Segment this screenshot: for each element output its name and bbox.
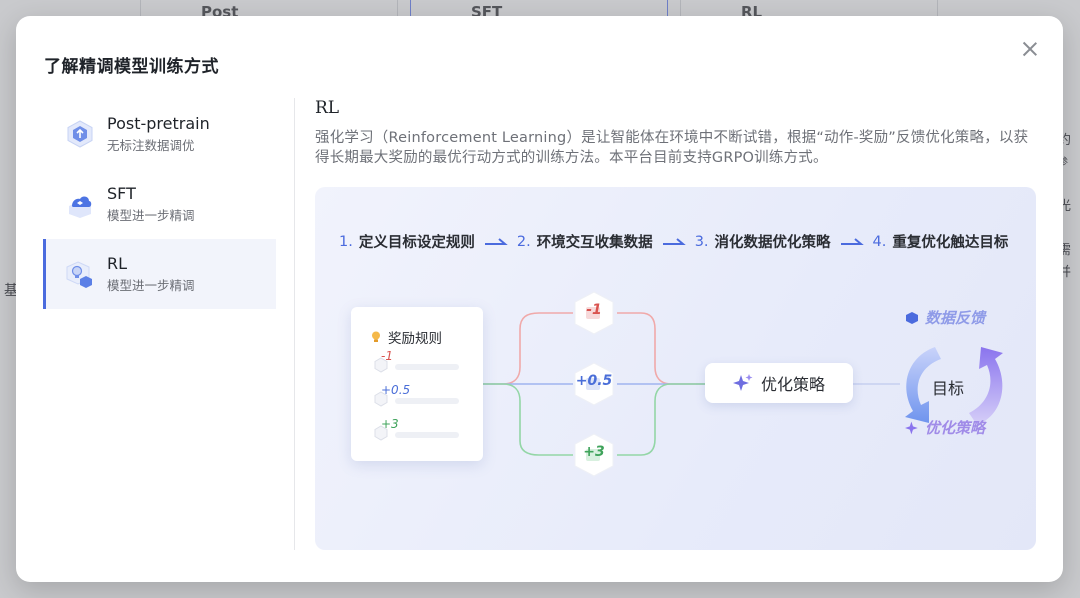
reward-rule-card: 奖励规则 -1 +0.5 +3 bbox=[351, 307, 483, 461]
reward-rule-title: 奖励规则 bbox=[371, 327, 442, 347]
reward-rule-row: +3 bbox=[373, 417, 473, 443]
cube-icon bbox=[906, 311, 918, 324]
reward-bar bbox=[395, 432, 459, 438]
reward-bar bbox=[395, 398, 459, 404]
cycle-top-label: 数据反馈 bbox=[905, 307, 985, 328]
feedback-cycle: 数据反馈 目标 优化策略 bbox=[885, 307, 1025, 457]
cycle-center-label: 目标 bbox=[932, 379, 965, 398]
sidebar-item-title: RL bbox=[107, 253, 128, 273]
cycle-top-label-text: 数据反馈 bbox=[925, 309, 986, 327]
optimize-strategy-box: 优化策略 bbox=[705, 363, 853, 403]
sidebar-item-post-pretrain[interactable]: Post-pretrain 无标注数据调优 bbox=[43, 99, 276, 169]
training-methods-modal: 了解精调模型训练方式 Post-pretrain 无标注数据调优 SFT 模型进… bbox=[16, 16, 1063, 582]
sidebar-item-title: Post-pretrain bbox=[107, 113, 210, 133]
sparkle-icon bbox=[732, 374, 753, 391]
close-icon[interactable] bbox=[1019, 38, 1041, 60]
modal-title: 了解精调模型训练方式 bbox=[44, 57, 219, 77]
sidebar-item-title: SFT bbox=[107, 183, 136, 203]
reward-node-neutral: +0.5 bbox=[571, 361, 617, 407]
reward-value: +0.5 bbox=[381, 383, 411, 397]
sidebar-item-sft[interactable]: SFT 模型进一步精调 bbox=[43, 169, 276, 239]
method-sidebar: Post-pretrain 无标注数据调优 SFT 模型进一步精调 RL 模型进… bbox=[43, 99, 276, 309]
bulb-cube-icon bbox=[66, 261, 92, 288]
sidebar-item-rl[interactable]: RL 模型进一步精调 bbox=[43, 239, 276, 309]
content-title: RL bbox=[315, 98, 340, 118]
sidebar-item-subtitle: 模型进一步精调 bbox=[107, 207, 195, 223]
reward-node-positive: +3 bbox=[571, 432, 617, 478]
optimize-strategy-label: 优化策略 bbox=[760, 375, 825, 394]
sparkle-icon bbox=[905, 421, 918, 434]
sidebar-item-subtitle: 无标注数据调优 bbox=[107, 137, 195, 153]
content-panel: RL 强化学习（Reinforcement Learning）是让智能体在环境中… bbox=[315, 98, 1037, 168]
reward-node-value: +0.5 bbox=[575, 373, 613, 389]
rl-diagram: 1. 定义目标设定规则 2. 环境交互收集数据 3. 消化数据优化策略 4. 重… bbox=[315, 187, 1036, 550]
reward-value: +3 bbox=[381, 417, 399, 431]
hexagon-upload-icon bbox=[67, 120, 93, 148]
content-description: 强化学习（Reinforcement Learning）是让智能体在环境中不断试… bbox=[315, 130, 1029, 166]
reward-value: -1 bbox=[381, 349, 393, 363]
cloud-cube-icon bbox=[69, 196, 92, 218]
reward-rule-row: -1 bbox=[373, 349, 473, 375]
vertical-divider bbox=[294, 98, 295, 550]
cycle-bottom-label: 优化策略 bbox=[905, 417, 985, 438]
reward-node-negative: -1 bbox=[571, 290, 617, 336]
reward-node-value: -1 bbox=[586, 302, 602, 318]
cycle-bottom-label-text: 优化策略 bbox=[925, 419, 986, 437]
reward-bar bbox=[395, 364, 459, 370]
reward-rule-row: +0.5 bbox=[373, 383, 473, 409]
reward-node-value: +3 bbox=[583, 444, 605, 460]
reward-rule-title-text: 奖励规则 bbox=[388, 331, 442, 347]
bulb-icon bbox=[372, 331, 380, 342]
sidebar-item-subtitle: 模型进一步精调 bbox=[107, 277, 195, 293]
